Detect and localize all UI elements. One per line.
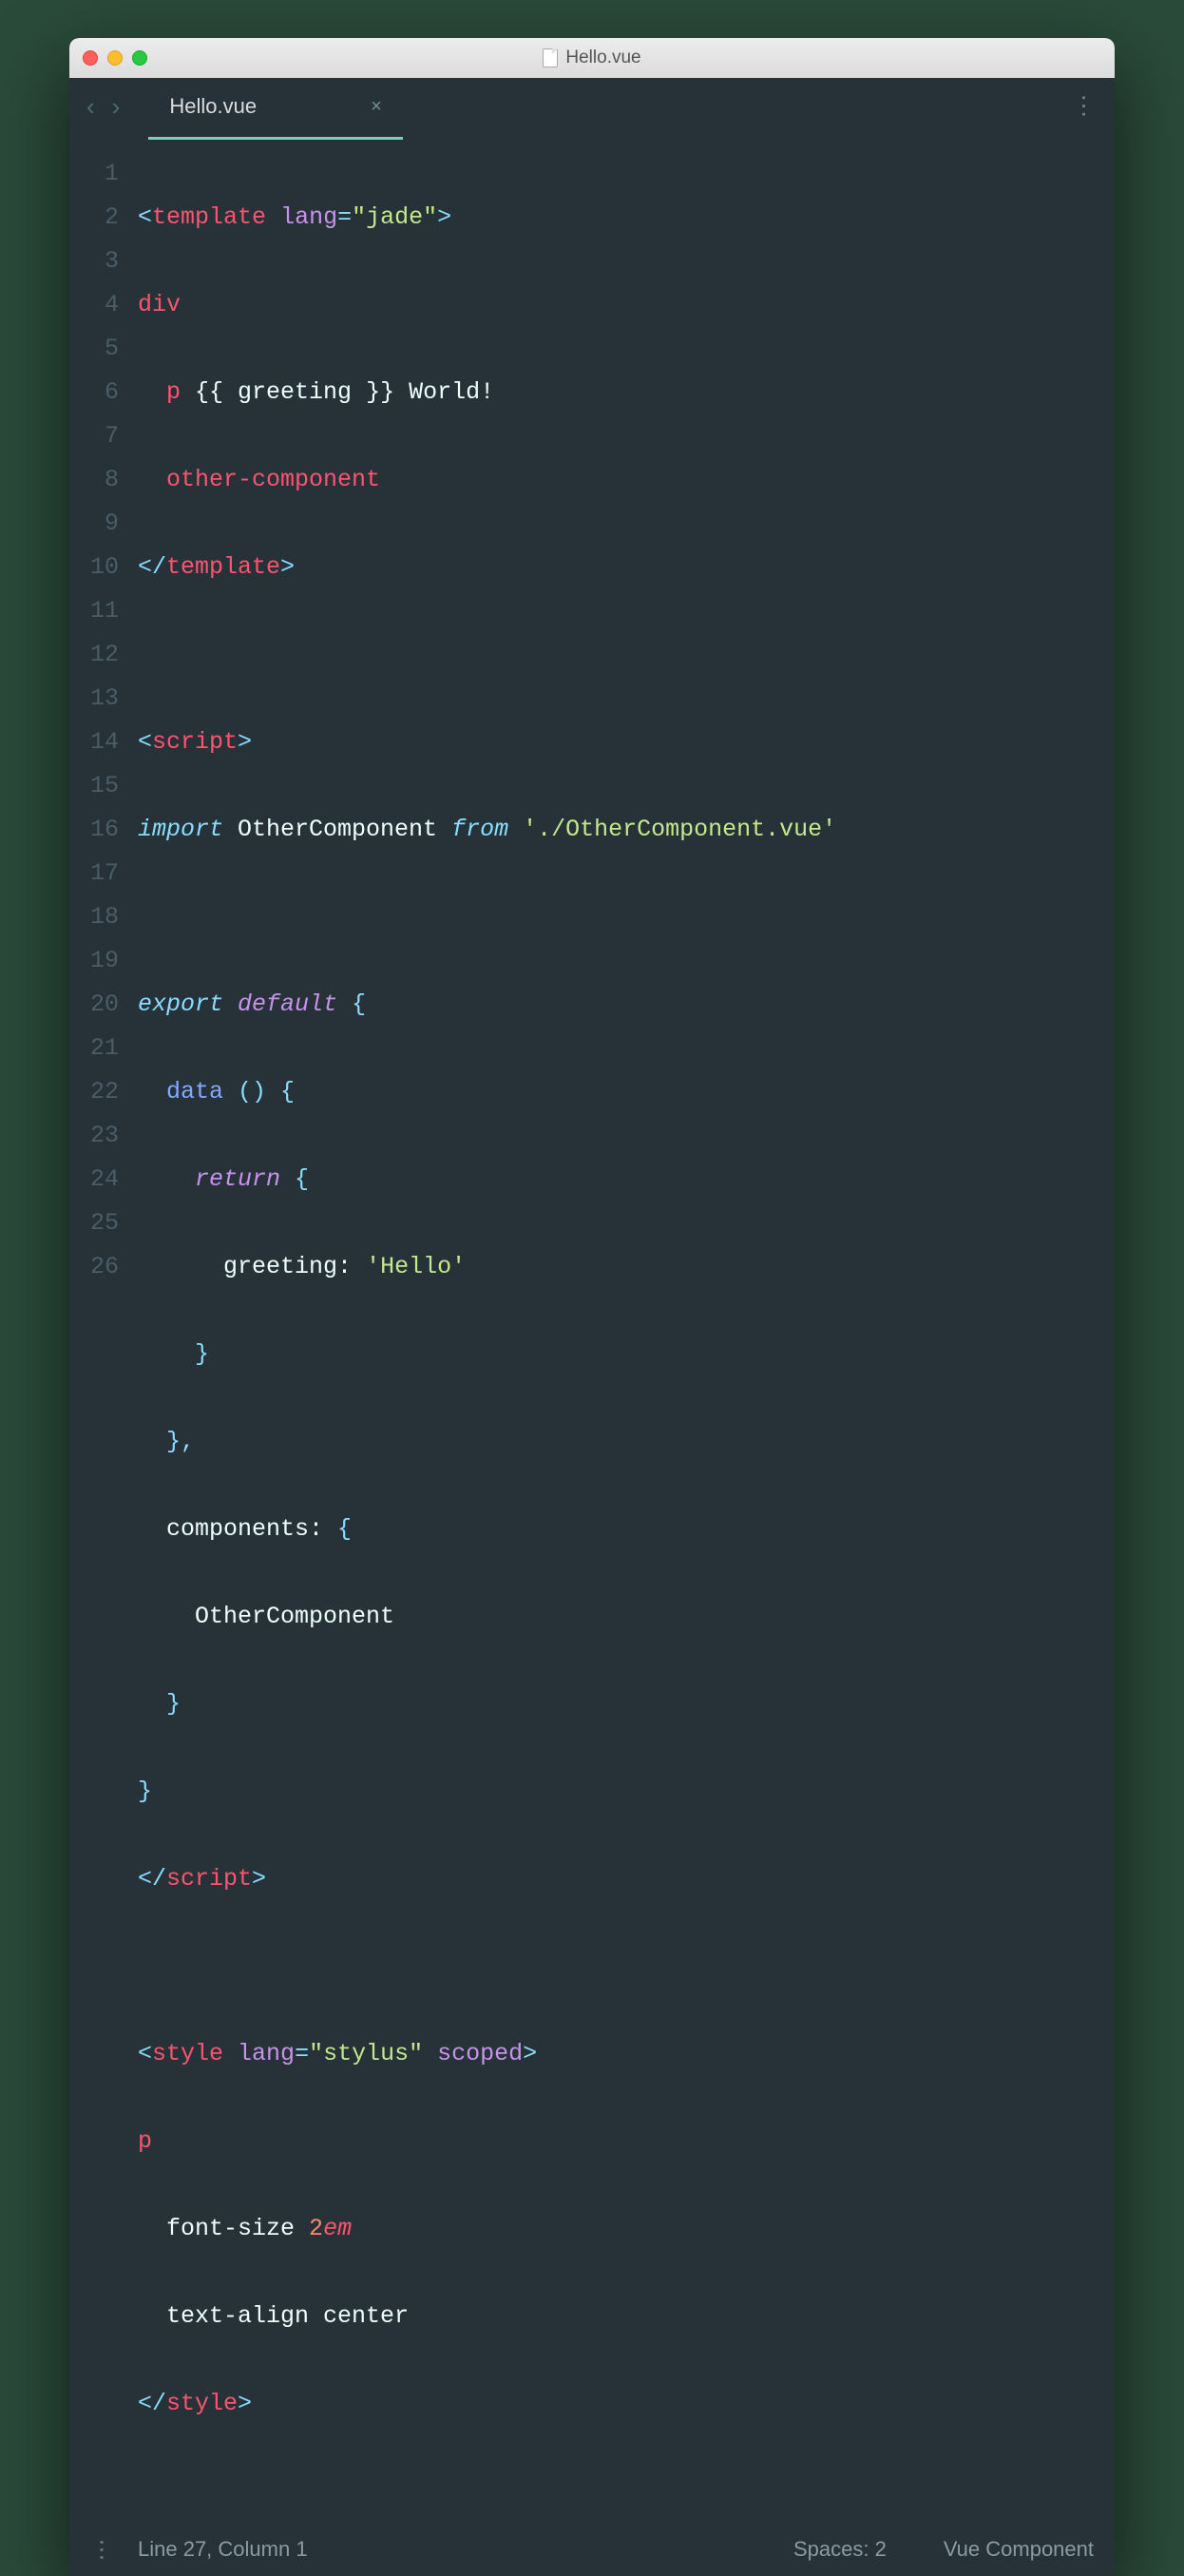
code-line: import OtherComponent from './OtherCompo… bbox=[138, 808, 1096, 852]
code-line: OtherComponent bbox=[138, 1595, 1096, 1639]
line-number: 5 bbox=[69, 327, 119, 371]
code-line: <template lang="jade"> bbox=[138, 196, 1096, 240]
line-number: 26 bbox=[69, 1245, 119, 1289]
line-number: 6 bbox=[69, 371, 119, 414]
line-number: 19 bbox=[69, 939, 119, 983]
nav-forward-icon[interactable]: › bbox=[112, 92, 121, 122]
code-line: }, bbox=[138, 1420, 1096, 1464]
code-line bbox=[138, 1945, 1096, 1989]
code-line: div bbox=[138, 283, 1096, 327]
code-line: components: { bbox=[138, 1508, 1096, 1551]
code-line: </style> bbox=[138, 2382, 1096, 2426]
status-menu-icon[interactable]: ⋯ bbox=[88, 2538, 116, 2561]
code-line: return { bbox=[138, 1158, 1096, 1201]
code-line: other-component bbox=[138, 458, 1096, 502]
line-number: 9 bbox=[69, 502, 119, 546]
tab-active[interactable]: Hello.vue × bbox=[158, 87, 392, 126]
code-line: greeting: 'Hello' bbox=[138, 1245, 1096, 1289]
line-number: 17 bbox=[69, 852, 119, 895]
window-titlebar[interactable]: Hello.vue bbox=[69, 38, 1115, 78]
line-number: 4 bbox=[69, 283, 119, 327]
code-line bbox=[138, 895, 1096, 939]
tab-bar: ‹ › Hello.vue × ⋯ bbox=[69, 78, 1115, 135]
line-number: 14 bbox=[69, 721, 119, 764]
line-number: 18 bbox=[69, 895, 119, 939]
line-number: 21 bbox=[69, 1027, 119, 1070]
nav-arrows: ‹ › bbox=[86, 92, 120, 122]
line-number: 23 bbox=[69, 1114, 119, 1158]
tab-close-icon[interactable]: × bbox=[371, 96, 382, 118]
code-line: p bbox=[138, 2120, 1096, 2163]
code-line: export default { bbox=[138, 983, 1096, 1027]
code-line: <script> bbox=[138, 721, 1096, 764]
code-line: } bbox=[138, 1770, 1096, 1814]
line-gutter: 1 2 3 4 5 6 7 8 9 10 11 12 13 14 15 16 1… bbox=[69, 152, 138, 2513]
file-icon bbox=[543, 48, 558, 67]
code-line: <style lang="stylus" scoped> bbox=[138, 2032, 1096, 2076]
line-number: 1 bbox=[69, 152, 119, 196]
code-content[interactable]: <template lang="jade"> div p {{ greeting… bbox=[138, 152, 1115, 2513]
line-number: 13 bbox=[69, 677, 119, 721]
code-line: </template> bbox=[138, 546, 1096, 589]
line-number: 25 bbox=[69, 1201, 119, 1245]
line-number: 20 bbox=[69, 983, 119, 1027]
line-number: 24 bbox=[69, 1158, 119, 1201]
line-number: 8 bbox=[69, 458, 119, 502]
code-line: </script> bbox=[138, 1857, 1096, 1901]
code-line: data () { bbox=[138, 1070, 1096, 1114]
code-line: p {{ greeting }} World! bbox=[138, 371, 1096, 414]
code-line: font-size 2em bbox=[138, 2207, 1096, 2251]
line-number: 3 bbox=[69, 240, 119, 283]
line-number: 11 bbox=[69, 589, 119, 633]
tab-filename: Hello.vue bbox=[169, 94, 257, 119]
cursor-position[interactable]: Line 27, Column 1 bbox=[138, 2537, 308, 2562]
line-number: 15 bbox=[69, 764, 119, 808]
indent-setting[interactable]: Spaces: 2 bbox=[793, 2537, 887, 2562]
status-bar: ⋯ Line 27, Column 1 Spaces: 2 Vue Compon… bbox=[69, 2523, 1115, 2576]
tab-underline bbox=[148, 137, 402, 140]
code-line: } bbox=[138, 1682, 1096, 1726]
tab-menu-icon[interactable]: ⋯ bbox=[1070, 93, 1099, 120]
window-title: Hello.vue bbox=[69, 48, 1115, 68]
code-line: text-align center bbox=[138, 2295, 1096, 2338]
line-number: 12 bbox=[69, 633, 119, 677]
line-number: 16 bbox=[69, 808, 119, 852]
code-line: } bbox=[138, 1333, 1096, 1376]
syntax-mode[interactable]: Vue Component bbox=[944, 2537, 1094, 2562]
code-line bbox=[138, 633, 1096, 677]
line-number: 7 bbox=[69, 414, 119, 458]
line-number: 10 bbox=[69, 546, 119, 589]
window-title-text: Hello.vue bbox=[565, 48, 640, 68]
editor-window: Hello.vue ‹ › Hello.vue × ⋯ 1 2 3 4 5 6 … bbox=[69, 38, 1115, 2576]
line-number: 2 bbox=[69, 196, 119, 240]
nav-back-icon[interactable]: ‹ bbox=[86, 92, 95, 122]
editor-area[interactable]: 1 2 3 4 5 6 7 8 9 10 11 12 13 14 15 16 1… bbox=[69, 135, 1115, 2523]
line-number: 22 bbox=[69, 1070, 119, 1114]
